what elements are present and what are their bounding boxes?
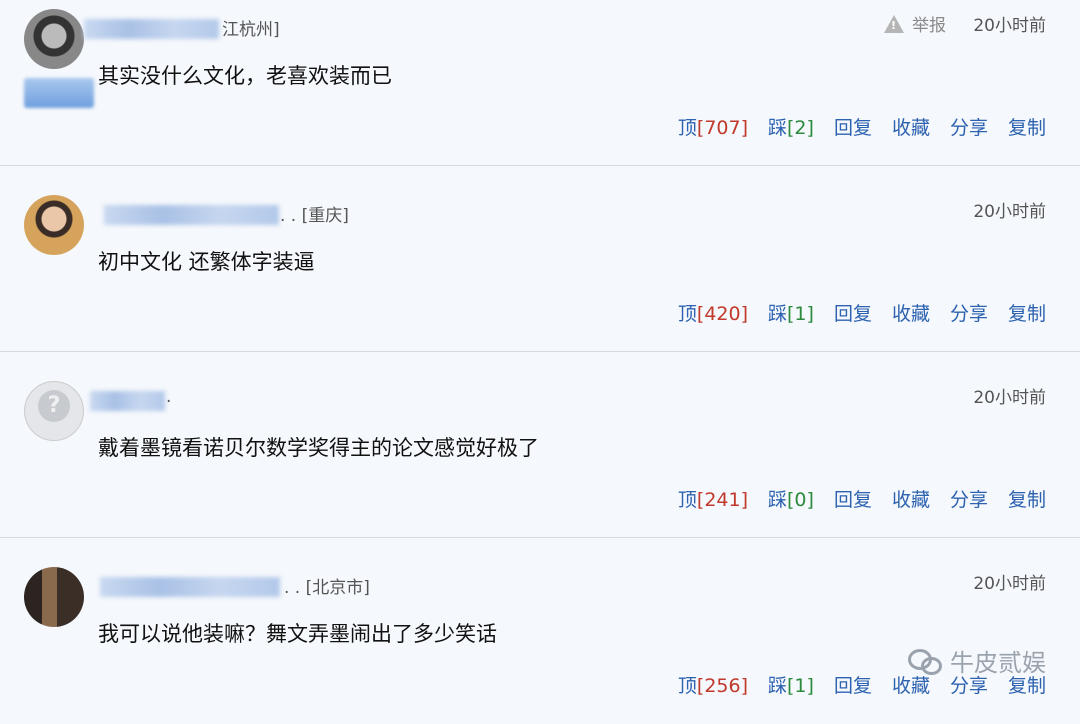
comment-actions: 顶[241] 踩[0] 回复 收藏 分享 复制: [658, 485, 1046, 512]
avatar[interactable]: [24, 195, 84, 255]
share-button[interactable]: 分享: [950, 303, 988, 325]
avatar[interactable]: [24, 9, 84, 69]
comment-text: 初中文化 还繁体字装逼: [98, 250, 315, 274]
comment-item: 江杭州] 举报 20小时前 其实没什么文化，老喜欢装而已 顶[707] 踩[2] 回…: [0, 0, 1080, 166]
upvote-button[interactable]: 顶[241]: [678, 489, 748, 511]
favorite-button[interactable]: 收藏: [892, 675, 930, 697]
upvote-count: [256]: [696, 675, 748, 697]
comment-item: . . [重庆] 20小时前 初中文化 还繁体字装逼 顶[420] 踩[1] 回复收…: [0, 186, 1080, 352]
downvote-button[interactable]: 踩[1]: [768, 675, 814, 697]
upvote-button[interactable]: 顶[256]: [678, 675, 748, 697]
user-badge: [24, 78, 94, 108]
default-avatar-icon[interactable]: ?: [24, 381, 84, 441]
username-blurred[interactable]: [84, 19, 219, 39]
upvote-count: [707]: [696, 117, 748, 139]
upvote-count: [420]: [696, 303, 748, 325]
reply-button[interactable]: 回复: [834, 489, 872, 511]
comment-actions: 顶[420] 踩[1] 回复 收藏 分享 复制: [658, 299, 1046, 326]
share-button[interactable]: 分享: [950, 489, 988, 511]
username-blurred[interactable]: [90, 391, 165, 411]
user-location: . . [北京市]: [284, 578, 370, 598]
username-blurred[interactable]: [100, 577, 280, 597]
comment-time: 20小时前: [973, 16, 1046, 36]
reply-button[interactable]: 回复: [834, 303, 872, 325]
username-blurred[interactable]: [104, 205, 279, 225]
copy-button[interactable]: 复制: [1008, 117, 1046, 139]
upvote-count: [241]: [696, 489, 748, 511]
downvote-count: [1]: [787, 675, 814, 697]
comment-time: 20小时前: [973, 574, 1046, 594]
wechat-icon: [908, 649, 944, 675]
watermark: 牛皮贰娱: [908, 643, 1046, 678]
downvote-count: [2]: [787, 117, 814, 139]
report-button[interactable]: 举报: [884, 11, 946, 36]
favorite-button[interactable]: 收藏: [892, 117, 930, 139]
downvote-button[interactable]: 踩[0]: [768, 489, 814, 511]
avatar[interactable]: [24, 567, 84, 627]
share-button[interactable]: 分享: [950, 675, 988, 697]
downvote-count: [0]: [787, 489, 814, 511]
comment-item: . . [北京市] 20小时前 我可以说他装嘛？舞文弄墨闹出了多少笑话 顶[25…: [0, 558, 1080, 724]
warning-icon: [884, 15, 904, 33]
copy-button[interactable]: 复制: [1008, 675, 1046, 697]
favorite-button[interactable]: 收藏: [892, 489, 930, 511]
comment-actions: 顶[707] 踩[2] 回复 收藏 分享 复制: [658, 113, 1046, 140]
downvote-count: [1]: [787, 303, 814, 325]
upvote-button[interactable]: 顶[420]: [678, 303, 748, 325]
favorite-button[interactable]: 收藏: [892, 303, 930, 325]
comment-time: 20小时前: [973, 388, 1046, 408]
copy-button[interactable]: 复制: [1008, 489, 1046, 511]
user-location: . . [重庆]: [280, 206, 349, 226]
comment-time: 20小时前: [973, 202, 1046, 222]
reply-button[interactable]: 回复: [834, 675, 872, 697]
comment-text: 戴着墨镜看诺贝尔数学奖得主的论文感觉好极了: [98, 436, 539, 460]
user-location: .: [166, 387, 172, 407]
downvote-button[interactable]: 踩[1]: [768, 303, 814, 325]
comment-text: 我可以说他装嘛？舞文弄墨闹出了多少笑话: [98, 622, 497, 646]
reply-button[interactable]: 回复: [834, 117, 872, 139]
share-button[interactable]: 分享: [950, 117, 988, 139]
comment-item: ? . 20小时前 戴着墨镜看诺贝尔数学奖得主的论文感觉好极了 顶[241] 踩[…: [0, 372, 1080, 538]
downvote-button[interactable]: 踩[2]: [768, 117, 814, 139]
copy-button[interactable]: 复制: [1008, 303, 1046, 325]
user-location: 江杭州]: [222, 20, 280, 40]
upvote-button[interactable]: 顶[707]: [678, 117, 748, 139]
comment-text: 其实没什么文化，老喜欢装而已: [98, 64, 392, 88]
